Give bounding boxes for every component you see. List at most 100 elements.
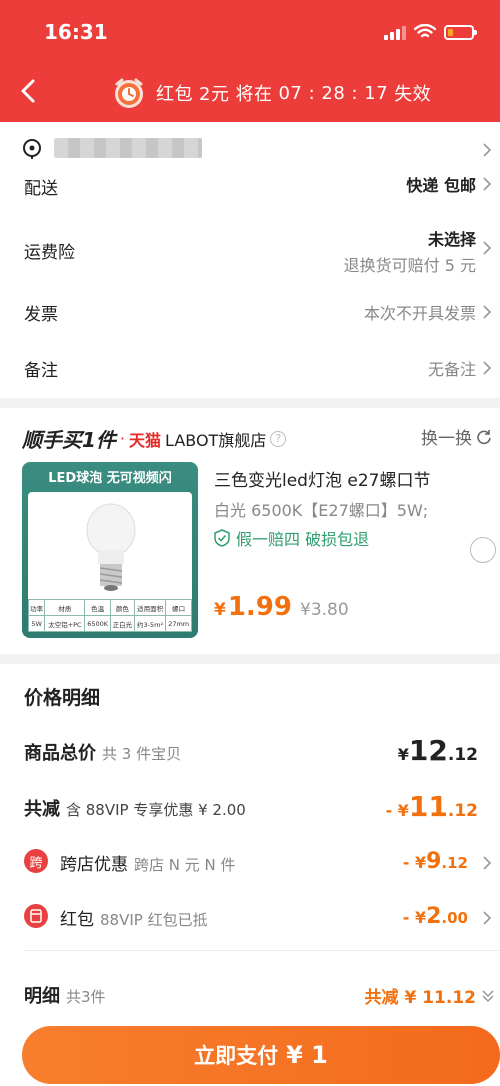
guarantee: 假一赔四 破损包退 (214, 526, 369, 550)
discount-label: 共减 (24, 799, 60, 820)
cross-store-amount: - ¥ 9 .12 (403, 849, 468, 874)
refresh-icon (477, 429, 491, 444)
wifi-icon (414, 24, 436, 38)
insurance-row[interactable]: 运费险 未选择 退换货可赔付 5 元 (0, 222, 500, 276)
insurance-label: 运费险 (24, 243, 75, 263)
invoice-value: 本次不开具发票 (363, 304, 476, 323)
pay-now-button[interactable]: 立即支付 ¥ 1 (22, 1026, 500, 1084)
red-packet-icon (24, 904, 48, 928)
red-packet-sub: 88VIP 红包已抵 (100, 911, 208, 929)
chevron-right-icon (483, 241, 492, 255)
price-detail-card (0, 664, 500, 1086)
insurance-sub: 退换货可赔付 5 元 (343, 256, 476, 275)
shipping-value: 快递 包邮 (406, 176, 476, 195)
cross-store-icon: 跨 (24, 849, 48, 873)
discount-sub: 含 88VIP 专享优惠 ¥ 2.00 (66, 801, 246, 819)
note-value: 无备注 (427, 360, 476, 379)
tmall-logo: 天猫 (129, 430, 162, 450)
location-pin-icon (23, 139, 41, 159)
total-symbol: ¥ (397, 745, 409, 764)
price-detail-title: 价格明细 (24, 687, 101, 709)
spec-table-value-cell: 太空铝+PC (44, 615, 86, 632)
product-price: ¥ 1.99 ¥3.80 (214, 592, 349, 622)
detail-sub: 共3件 (66, 988, 106, 1006)
chevron-right-icon (483, 305, 492, 319)
total-label: 商品总价 (24, 743, 96, 764)
guarantee-text: 假一赔四 破损包退 (236, 530, 370, 549)
total-sub: 共 3 件宝贝 (102, 745, 182, 763)
chevron-right-icon (483, 361, 492, 375)
spec-table-value-cell: 约3-5m² (133, 615, 167, 632)
battery-icon (444, 24, 477, 40)
red-packet-row[interactable]: 红包 88VIP 红包已抵 (60, 905, 208, 930)
shipping-label: 配送 (24, 179, 58, 199)
spec-table-value-cell: 6500K (84, 615, 111, 632)
timer-countdown: 07 : 28 : 17 (278, 82, 389, 104)
product-image-banner: LED球泡 无可视频闪 (48, 471, 172, 486)
product-title[interactable]: 三色变光led灯泡 e27螺口节 (214, 466, 430, 491)
divider (24, 950, 500, 951)
light-bulb-icon (86, 503, 136, 591)
detail-label: 明细 (24, 986, 60, 1007)
redpacket-dec: .00 (441, 909, 468, 927)
pay-amount: ¥ 1 (286, 1041, 328, 1069)
spec-table-header-cell: 适用面积 (133, 599, 167, 616)
detail-value: 共减 ¥ 11.12 (364, 988, 476, 1008)
cross-store-sub: 跨店 N 元 N 件 (134, 856, 236, 874)
detail-row[interactable]: 明细 共3件 (24, 982, 106, 1008)
spec-table-header-cell: 功率 (27, 599, 46, 616)
total-int: 12 (408, 734, 448, 767)
cross-dec: .12 (441, 854, 468, 872)
cross-int: 9 (426, 849, 442, 874)
timer-amount: 2元 (199, 84, 230, 105)
address-blurred (54, 138, 202, 158)
timer-label: 红包 (156, 84, 193, 105)
swap-label: 换一换 (421, 429, 472, 449)
select-product-radio[interactable] (470, 537, 496, 563)
shipping-row[interactable]: 配送 快递 包邮 (0, 172, 500, 202)
pay-label: 立即支付 (194, 1044, 279, 1068)
status-time: 16:31 (44, 20, 108, 44)
chevron-right-icon (483, 911, 492, 925)
redpacket-int: 2 (426, 904, 442, 929)
spec-table-header-cell: 螺口 (165, 599, 192, 616)
chevron-right-icon (483, 177, 492, 191)
chevron-right-icon (483, 856, 492, 870)
invoice-row[interactable]: 发票 本次不开具发票 (0, 298, 500, 328)
red-packet-label: 红包 (60, 910, 94, 930)
product-spec[interactable]: 白光 6500K【E27螺口】5W; (214, 497, 428, 521)
discount-int: 11 (408, 790, 448, 823)
invoice-label: 发票 (24, 305, 58, 325)
discount-dec: .12 (447, 801, 478, 821)
alarm-clock-icon (115, 78, 143, 108)
detail-value-wrap[interactable]: 共减 ¥ 11.12 (365, 983, 496, 1008)
help-icon[interactable]: ? (270, 430, 287, 447)
note-row[interactable]: 备注 无备注 (0, 354, 500, 384)
spec-table-value-cell: 正白光 (109, 615, 135, 632)
spec-table-header-cell: 颜色 (109, 599, 135, 616)
note-label: 备注 (24, 361, 58, 381)
spec-table-value-cell: 5W (27, 615, 46, 632)
cross-store-row[interactable]: 跨店优惠 跨店 N 元 N 件 (60, 850, 236, 875)
status-indicators (384, 22, 477, 42)
top-header: 16:31 红包 2元 将在 07 : 28 : 17 失效 (0, 0, 500, 122)
shop-header: 顺手买1件 · 天猫 LABOT旗舰店 ? (22, 424, 287, 453)
store-name[interactable]: LABOT旗舰店 (165, 427, 266, 451)
product-spec-table: 功率 材质 色温 颜色 适用面积 螺口 5W 太空铝+PC 6500K 正白光 约3-5m² 27m… (27, 599, 192, 632)
product-image[interactable]: LED球泡 无可视频闪 功率 材质 色温 颜色 适用面积 螺口 5W 太空铝+PC 6500K… (22, 462, 198, 638)
shield-check-icon (214, 529, 230, 547)
total-row: 商品总价共 3 件宝贝 (24, 739, 181, 765)
swap-button[interactable]: 换一换 (421, 424, 492, 449)
timer-suffix: 失效 (394, 84, 432, 105)
total-dec: .12 (447, 745, 478, 765)
total-amount: ¥ 12 .12 (398, 734, 478, 767)
timer-prefix: 将在 (235, 84, 273, 105)
address-row[interactable] (0, 132, 500, 170)
cross-prefix: - ¥ (402, 853, 427, 872)
price-value: 1.99 (227, 592, 292, 622)
back-chevron-icon[interactable] (16, 76, 42, 106)
chevron-down-double-icon (482, 989, 494, 1002)
discount-amount: - ¥ 11 .12 (386, 790, 478, 823)
spec-table-header-cell: 材质 (44, 599, 86, 616)
insurance-value: 未选择 (427, 230, 476, 249)
